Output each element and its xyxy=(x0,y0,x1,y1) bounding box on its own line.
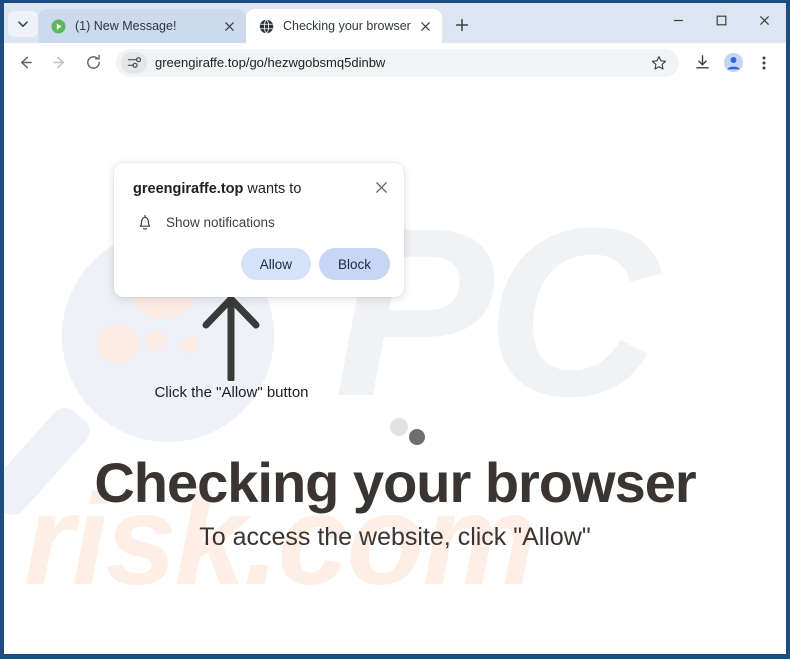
minimize-icon xyxy=(674,19,683,21)
permission-label: Show notifications xyxy=(166,215,275,230)
download-icon xyxy=(695,55,709,69)
spinner-dot-light xyxy=(390,418,408,436)
chevron-down-icon xyxy=(18,21,28,27)
tab-checking-your-browser[interactable]: Checking your browser xyxy=(246,9,442,43)
globe-icon xyxy=(258,18,274,34)
new-tab-button[interactable] xyxy=(448,11,476,39)
forward-arrow-icon xyxy=(52,56,64,69)
profile-button[interactable] xyxy=(719,49,747,77)
page-title: Checking your browser xyxy=(94,451,696,514)
back-arrow-icon xyxy=(20,56,32,69)
url-text[interactable]: greengiraffe.top/go/hezwgobsmq5dinbw xyxy=(155,55,642,70)
downloads-button[interactable] xyxy=(688,49,716,77)
close-window-button[interactable] xyxy=(743,3,786,37)
site-settings-tune-icon xyxy=(127,57,141,68)
page-content: PC risk.com Click the "Allow" button Che… xyxy=(4,82,786,654)
permission-dialog-close-button[interactable] xyxy=(369,175,393,199)
star-icon xyxy=(651,55,667,70)
reload-icon xyxy=(86,54,100,69)
profile-avatar-icon xyxy=(723,52,743,73)
browser-menu-button[interactable] xyxy=(750,49,778,77)
watermark-blob xyxy=(182,337,198,353)
close-icon xyxy=(375,181,387,193)
permission-row: Show notifications xyxy=(134,214,275,231)
up-arrow-icon xyxy=(202,295,260,383)
close-icon xyxy=(759,15,770,25)
permission-dialog-title-suffix: wants to xyxy=(243,181,302,197)
page-subtitle: To access the website, click "Allow" xyxy=(199,523,591,551)
address-bar[interactable]: greengiraffe.top/go/hezwgobsmq5dinbw xyxy=(116,48,679,77)
tab-new-message[interactable]: (1) New Message! xyxy=(38,9,246,43)
up-arrow-pointer xyxy=(200,293,262,383)
back-button[interactable] xyxy=(10,48,40,78)
bell-icon xyxy=(134,214,156,231)
browser-toolbar: greengiraffe.top/go/hezwgobsmq5dinbw xyxy=(4,43,786,82)
plus-icon xyxy=(455,18,469,32)
maximize-icon xyxy=(716,15,727,25)
tab-title: Checking your browser xyxy=(283,19,411,33)
tab-title: (1) New Message! xyxy=(75,19,177,33)
browser-window: (1) New Message! Checking your browser g… xyxy=(4,3,786,654)
green-play-circle-icon xyxy=(50,18,66,34)
watermark-blob xyxy=(146,330,166,350)
window-controls xyxy=(657,3,786,37)
close-icon xyxy=(420,21,430,31)
minimize-button[interactable] xyxy=(657,3,700,37)
tab-search-button[interactable] xyxy=(8,11,38,37)
allow-button[interactable]: Allow xyxy=(240,248,311,280)
tab-strip: (1) New Message! Checking your browser xyxy=(4,3,786,43)
site-settings-button[interactable] xyxy=(121,51,147,74)
tab-close-button[interactable] xyxy=(416,17,434,35)
permission-dialog-actions: Allow Block xyxy=(240,248,390,280)
block-button[interactable]: Block xyxy=(318,248,390,280)
maximize-button[interactable] xyxy=(700,3,743,37)
three-dot-menu-icon xyxy=(762,56,766,69)
bookmark-button[interactable] xyxy=(645,49,673,77)
notification-permission-dialog: greengiraffe.top wants to Show notificat… xyxy=(114,163,404,297)
forward-button[interactable] xyxy=(44,48,74,78)
permission-dialog-title: greengiraffe.top wants to xyxy=(133,181,301,197)
watermark-blob xyxy=(97,325,139,363)
arrow-hint-text: Click the "Allow" button xyxy=(154,384,309,401)
permission-dialog-origin: greengiraffe.top xyxy=(133,181,244,197)
window-frame: (1) New Message! Checking your browser g… xyxy=(0,0,790,659)
close-icon xyxy=(224,21,234,31)
tab-close-button[interactable] xyxy=(220,17,238,35)
spinner-dot-dark xyxy=(409,429,425,445)
loading-spinner xyxy=(390,418,432,448)
reload-button[interactable] xyxy=(78,48,108,78)
